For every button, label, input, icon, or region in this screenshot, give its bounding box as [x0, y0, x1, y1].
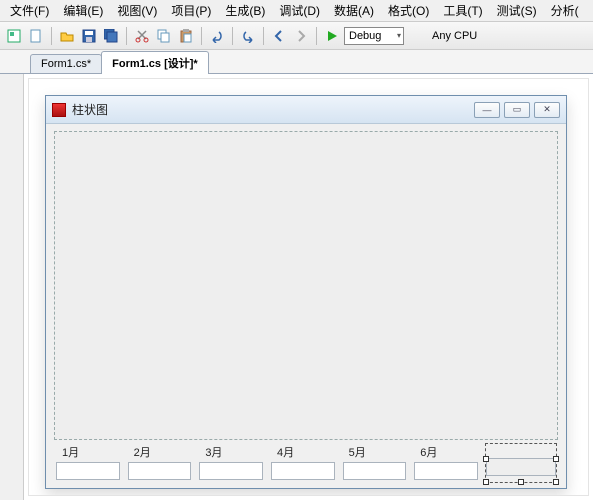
textbox-3[interactable] [199, 462, 263, 480]
field-2: 2月 [128, 444, 192, 482]
tab-form1-cs[interactable]: Form1.cs* [30, 54, 102, 73]
menu-format[interactable]: 格式(O) [382, 0, 435, 21]
designer-surface[interactable]: 柱状图 — ▭ ✕ 1月 2月 3月 [28, 78, 589, 496]
menu-view[interactable]: 视图(V) [111, 0, 163, 21]
textbox-5[interactable] [343, 462, 407, 480]
separator [51, 27, 52, 45]
toolbar: Debug Any CPU [0, 22, 593, 50]
work-area: 柱状图 — ▭ ✕ 1月 2月 3月 [0, 74, 593, 500]
separator [316, 27, 317, 45]
textbox-6[interactable] [414, 462, 478, 480]
label-3: 3月 [199, 444, 222, 460]
resize-handle[interactable] [483, 456, 489, 462]
field-3: 3月 [199, 444, 263, 482]
label-4: 4月 [271, 444, 294, 460]
field-1: 1月 [56, 444, 120, 482]
menu-edit[interactable]: 编辑(E) [57, 0, 109, 21]
platform-dropdown[interactable]: Any CPU [428, 30, 481, 42]
menu-test[interactable]: 测试(S) [491, 0, 543, 21]
navigate-back-button[interactable] [269, 26, 289, 46]
new-file-button[interactable] [26, 26, 46, 46]
resize-handle[interactable] [518, 479, 524, 485]
new-project-button[interactable] [4, 26, 24, 46]
separator [232, 27, 233, 45]
textbox-4[interactable] [271, 462, 335, 480]
save-all-button[interactable] [101, 26, 121, 46]
input-row: 1月 2月 3月 4月 5月 [56, 444, 556, 482]
separator [263, 27, 264, 45]
field-6: 6月 [414, 444, 478, 482]
maximize-button[interactable]: ▭ [504, 102, 530, 118]
panel-control[interactable] [54, 131, 558, 440]
label-6: 6月 [414, 444, 437, 460]
resize-handle[interactable] [553, 479, 559, 485]
menu-build[interactable]: 生成(B) [219, 0, 271, 21]
menu-analyze[interactable]: 分析( [545, 0, 585, 21]
redo-button[interactable] [238, 26, 258, 46]
tab-form1-design[interactable]: Form1.cs [设计]* [101, 51, 209, 74]
spacer [486, 444, 495, 456]
label-1: 1月 [56, 444, 79, 460]
separator [406, 26, 426, 46]
start-button[interactable] [322, 26, 342, 46]
save-button[interactable] [79, 26, 99, 46]
field-5: 5月 [343, 444, 407, 482]
copy-button[interactable] [154, 26, 174, 46]
menu-file[interactable]: 文件(F) [4, 0, 55, 21]
close-button[interactable]: ✕ [534, 102, 560, 118]
paste-button[interactable] [176, 26, 196, 46]
window-buttons: — ▭ ✕ [474, 102, 560, 118]
separator [201, 27, 202, 45]
open-button[interactable] [57, 26, 77, 46]
separator [126, 27, 127, 45]
menu-bar: 文件(F) 编辑(E) 视图(V) 项目(P) 生成(B) 调试(D) 数据(A… [0, 0, 593, 22]
document-tabs: Form1.cs* Form1.cs [设计]* [0, 50, 593, 74]
resize-handle[interactable] [483, 479, 489, 485]
navigate-forward-button[interactable] [291, 26, 311, 46]
config-dropdown[interactable]: Debug [344, 27, 404, 45]
cut-button[interactable] [132, 26, 152, 46]
minimize-button[interactable]: — [474, 102, 500, 118]
menu-tools[interactable]: 工具(T) [437, 0, 488, 21]
label-2: 2月 [128, 444, 151, 460]
textbox-2[interactable] [128, 462, 192, 480]
form-titlebar[interactable]: 柱状图 — ▭ ✕ [46, 96, 566, 124]
resize-handle[interactable] [553, 456, 559, 462]
field-4: 4月 [271, 444, 335, 482]
textbox-1[interactable] [56, 462, 120, 480]
menu-project[interactable]: 项目(P) [165, 0, 217, 21]
button-control-selected[interactable] [486, 444, 556, 482]
menu-data[interactable]: 数据(A) [328, 0, 380, 21]
form-icon [52, 103, 66, 117]
form-title: 柱状图 [72, 101, 474, 118]
button-control[interactable] [486, 458, 556, 476]
label-5: 5月 [343, 444, 366, 460]
menu-debug[interactable]: 调试(D) [273, 0, 326, 21]
form-window[interactable]: 柱状图 — ▭ ✕ 1月 2月 3月 [45, 95, 567, 489]
left-toolbox-strip[interactable] [0, 74, 24, 500]
undo-button[interactable] [207, 26, 227, 46]
